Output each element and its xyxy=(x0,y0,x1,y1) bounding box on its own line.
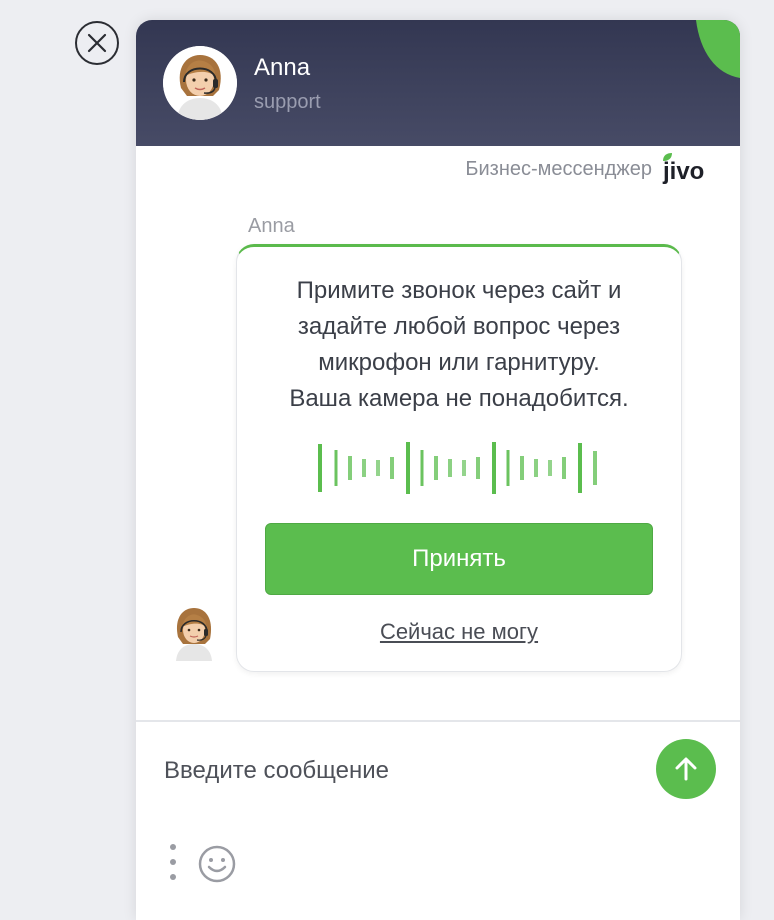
branding-text: Бизнес-мессенджер xyxy=(465,157,652,180)
jivo-logo: jivo xyxy=(662,153,704,185)
call-invite-line: задайте любой вопрос через xyxy=(297,313,621,340)
chat-header: Anna support xyxy=(136,20,740,146)
smile-icon[interactable] xyxy=(198,845,236,883)
call-invite-card: Примите звонок через сайт и задайте любо… xyxy=(236,244,682,672)
message-sender: Anna xyxy=(248,215,295,237)
composer-divider xyxy=(136,720,740,722)
branding[interactable]: Бизнес-мессенджер jivo xyxy=(465,152,712,186)
call-invite-text: Примите звонок через сайт и задайте любо… xyxy=(237,273,681,417)
sound-wave-icon xyxy=(318,442,597,494)
call-invite-line: микрофон или гарнитуру. xyxy=(318,349,600,376)
accept-call-button[interactable]: Принять xyxy=(265,523,653,595)
call-invite-line: Примите звонок через сайт и xyxy=(296,277,622,304)
arrow-up-icon xyxy=(675,757,697,781)
agent-avatar xyxy=(163,46,237,120)
decline-call-link[interactable]: Сейчас не могу xyxy=(237,619,681,645)
agent-role: support xyxy=(254,91,321,113)
jivo-logo-text: jivo xyxy=(662,158,704,185)
operator-avatar xyxy=(172,605,216,661)
close-icon xyxy=(87,33,107,53)
chat-widget: Anna support Бизнес-мессенджер jivo Anna… xyxy=(136,20,740,920)
call-invite-line: Ваша камера не понадобится. xyxy=(289,385,629,412)
vertical-dots-icon[interactable] xyxy=(167,843,179,881)
online-status-corner xyxy=(696,20,740,78)
message-input[interactable] xyxy=(164,748,604,794)
send-button[interactable] xyxy=(656,739,716,799)
agent-name: Anna xyxy=(254,54,311,81)
close-button[interactable] xyxy=(75,21,119,65)
